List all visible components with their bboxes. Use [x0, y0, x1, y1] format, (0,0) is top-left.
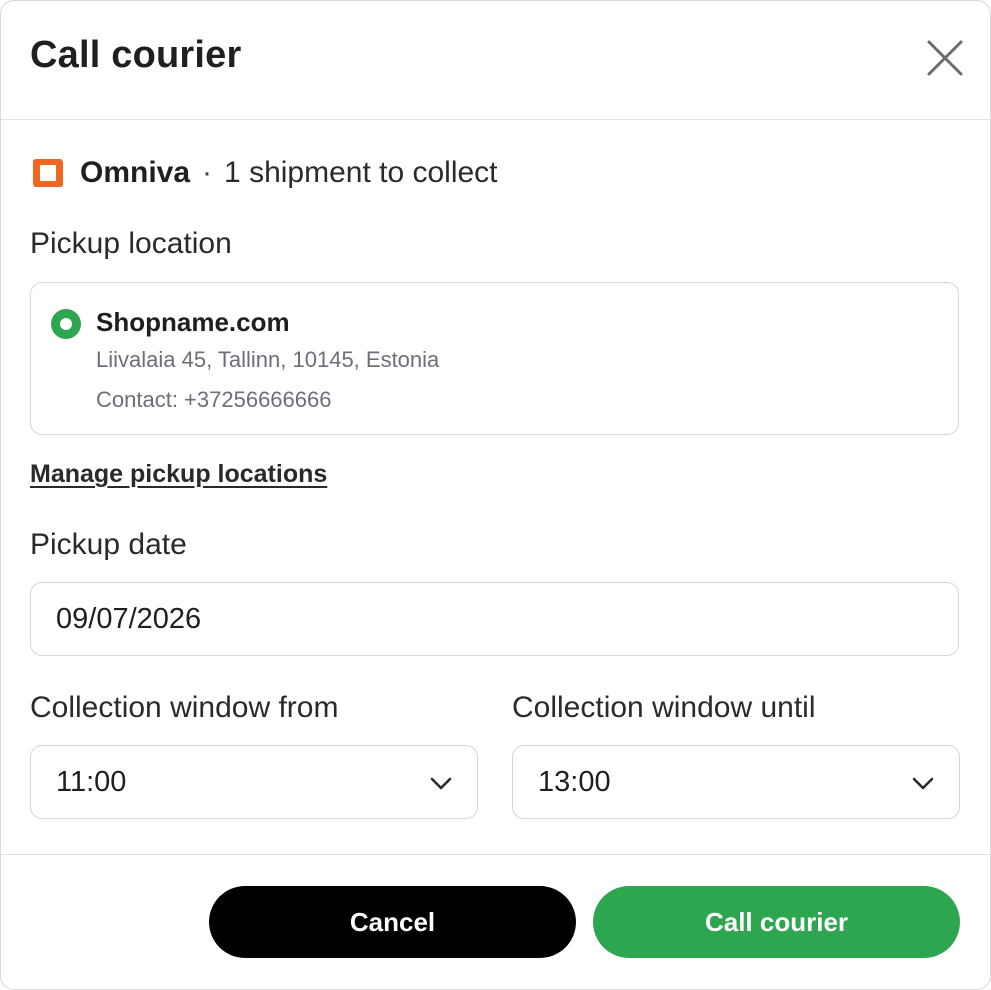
- collection-window-from-value: 11:00: [56, 765, 127, 798]
- pickup-date-input[interactable]: 09/07/2026: [30, 582, 959, 656]
- dialog-header: Call courier: [1, 1, 990, 120]
- pickup-location-radio[interactable]: [51, 309, 81, 339]
- pickup-date-label: Pickup date: [30, 528, 187, 561]
- chevron-down-icon: [430, 777, 452, 790]
- carrier-name: Omniva: [80, 156, 191, 189]
- pickup-location-address: Liivalaia 45, Tallinn, 10145, Estonia: [96, 347, 440, 372]
- omniva-logo-icon: [33, 159, 63, 187]
- collection-window-until-value: 13:00: [538, 765, 611, 798]
- collection-window-from-select[interactable]: 11:00: [30, 745, 478, 819]
- collection-window-until-select[interactable]: 13:00: [512, 745, 960, 819]
- pickup-location-card[interactable]: Shopname.com Liivalaia 45, Tallinn, 1014…: [30, 282, 959, 435]
- pickup-location-label: Pickup location: [30, 227, 232, 260]
- pickup-date-value: 09/07/2026: [56, 602, 202, 635]
- close-button[interactable]: [923, 36, 967, 80]
- carrier-summary: Omniva · 1 shipment to collect: [30, 153, 498, 193]
- shipment-count: 1 shipment to collect: [224, 156, 498, 189]
- call-courier-button[interactable]: Call courier: [593, 886, 960, 958]
- collection-window-from-label: Collection window from: [30, 691, 339, 724]
- close-icon: [927, 40, 963, 76]
- pickup-location-contact: Contact: +37256666666: [96, 387, 332, 412]
- call-courier-dialog: Call courier Omniva · 1 shipment to coll…: [0, 0, 991, 990]
- cancel-button[interactable]: Cancel: [209, 886, 576, 958]
- carrier-separator: ·: [202, 156, 213, 189]
- chevron-down-icon: [912, 777, 934, 790]
- pickup-location-name: Shopname.com: [96, 307, 290, 337]
- collection-window-until-label: Collection window until: [512, 691, 816, 724]
- dialog-title: Call courier: [30, 34, 242, 76]
- manage-pickup-locations-link[interactable]: Manage pickup locations: [30, 460, 327, 489]
